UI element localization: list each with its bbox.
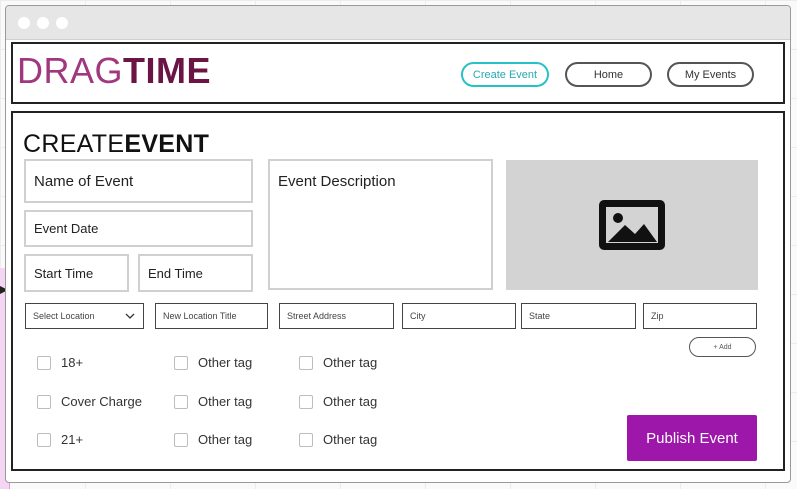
event-image-upload[interactable] xyxy=(506,160,758,290)
window-dot-2[interactable] xyxy=(37,17,49,29)
zip-input[interactable]: Zip xyxy=(643,303,757,329)
page-title-bold: EVENT xyxy=(124,130,210,158)
page-title-light: CREATE xyxy=(23,130,125,158)
checkbox[interactable] xyxy=(299,355,313,370)
tag-label: Other tag xyxy=(198,432,253,447)
event-description-field[interactable]: Event Description xyxy=(268,159,493,290)
checkbox[interactable] xyxy=(174,394,188,409)
checkbox[interactable] xyxy=(299,432,313,447)
nav-my-events-button[interactable]: My Events xyxy=(667,62,754,87)
tag-checkbox-other[interactable]: Other tag xyxy=(299,355,377,370)
page-title: CREATEEVENT xyxy=(23,129,209,159)
window-dot-3[interactable] xyxy=(56,17,68,29)
checkbox[interactable] xyxy=(174,355,188,370)
tag-label: Cover Charge xyxy=(61,394,142,409)
new-location-title-input[interactable]: New Location Title xyxy=(155,303,268,329)
end-time-field[interactable]: End Time xyxy=(138,254,253,292)
publish-event-button[interactable]: Publish Event xyxy=(627,415,757,461)
tag-checkbox-cover-charge[interactable]: Cover Charge xyxy=(37,394,142,409)
tag-checkbox-other[interactable]: Other tag xyxy=(174,394,252,409)
window-dot-1[interactable] xyxy=(18,17,30,29)
checkbox[interactable] xyxy=(37,355,51,370)
create-event-panel: CREATEEVENT Name of Event Event Date Sta… xyxy=(11,111,785,471)
chevron-down-icon xyxy=(125,313,135,319)
image-icon xyxy=(599,200,665,250)
tag-label: Other tag xyxy=(198,394,253,409)
tag-label: Other tag xyxy=(198,355,253,370)
tag-label: 18+ xyxy=(61,355,84,370)
tag-label: Other tag xyxy=(323,394,378,409)
location-select[interactable]: Select Location xyxy=(25,303,144,329)
tag-checkbox-18plus[interactable]: 18+ xyxy=(37,355,83,370)
tag-label: Other tag xyxy=(323,432,378,447)
brand-logo[interactable]: DRAGTIME xyxy=(17,49,211,93)
tag-checkbox-other[interactable]: Other tag xyxy=(174,432,252,447)
brand-logo-part1: DRAG xyxy=(17,50,124,91)
nav-home-button[interactable]: Home xyxy=(565,62,652,87)
site-header: DRAGTIME Create Event Home My Events xyxy=(11,42,785,104)
tag-checkbox-other[interactable]: Other tag xyxy=(299,432,377,447)
add-location-button[interactable]: + Add xyxy=(689,337,756,357)
brand-logo-part2: TIME xyxy=(123,50,212,91)
window-titlebar xyxy=(6,6,790,40)
event-date-field[interactable]: Event Date xyxy=(24,210,253,247)
street-address-input[interactable]: Street Address xyxy=(279,303,394,329)
checkbox[interactable] xyxy=(37,432,51,447)
state-input[interactable]: State xyxy=(521,303,636,329)
location-select-label: Select Location xyxy=(33,311,95,321)
tag-checkbox-21plus[interactable]: 21+ xyxy=(37,432,83,447)
checkbox[interactable] xyxy=(174,432,188,447)
event-name-field[interactable]: Name of Event xyxy=(24,159,253,203)
city-input[interactable]: City xyxy=(402,303,516,329)
tag-label: 21+ xyxy=(61,432,84,447)
browser-window: DRAGTIME Create Event Home My Events CRE… xyxy=(5,5,791,483)
tag-label: Other tag xyxy=(323,355,378,370)
start-time-field[interactable]: Start Time xyxy=(24,254,129,292)
nav-create-event-button[interactable]: Create Event xyxy=(461,62,549,87)
tag-checkbox-other[interactable]: Other tag xyxy=(174,355,252,370)
checkbox[interactable] xyxy=(37,394,51,409)
tag-checkbox-other[interactable]: Other tag xyxy=(299,394,377,409)
checkbox[interactable] xyxy=(299,394,313,409)
